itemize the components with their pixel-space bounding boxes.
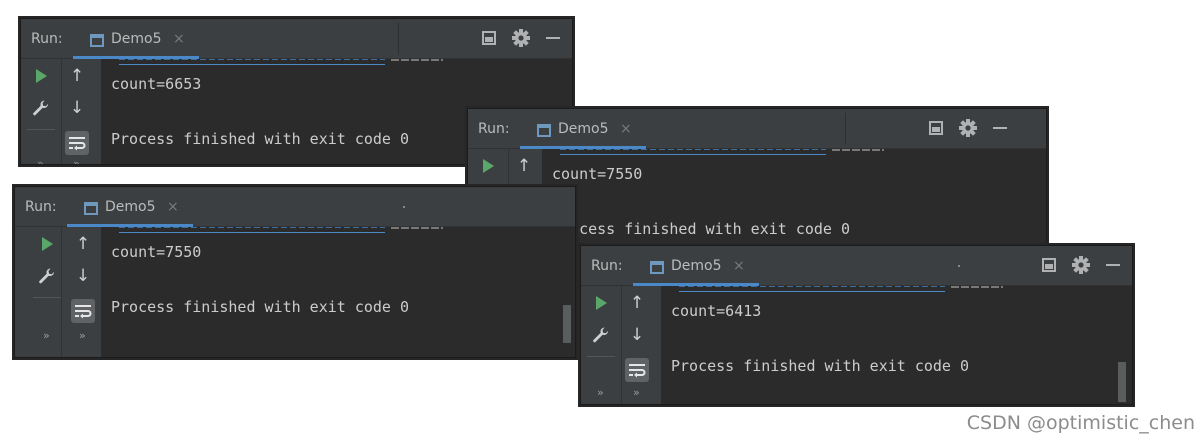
run-side-toolstrip: ↑ ↓ » » [581, 286, 661, 404]
play-icon[interactable] [29, 64, 53, 88]
console-window-icon [650, 261, 664, 274]
toolstrip-divider [61, 227, 62, 357]
arrow-down-icon[interactable]: ↓ [625, 323, 649, 347]
clipped-command-tail [391, 227, 443, 229]
arrow-down-icon[interactable]: ↓ [71, 264, 95, 288]
play-icon[interactable] [476, 154, 500, 178]
clipped-command-tail [391, 59, 443, 61]
run-toolbar: Run: Demo5 × [581, 246, 1132, 286]
run-panel-c: Run: Demo5 × ↑ ↓ » » count=7550 Process … [14, 186, 576, 358]
more-icon[interactable]: » [43, 329, 50, 342]
tab-label: Demo5 [671, 258, 722, 274]
exit-line: Process finished with exit code 0 [671, 357, 970, 375]
count-line: count=6653 [111, 75, 202, 93]
tab-label: Demo5 [111, 31, 162, 47]
gear-icon[interactable] [1071, 255, 1091, 275]
minimize-icon[interactable] [1103, 255, 1123, 275]
wrench-icon[interactable] [35, 264, 59, 288]
restore-icon[interactable] [926, 118, 946, 138]
play-icon[interactable] [589, 291, 613, 315]
arrow-up-icon[interactable]: ↑ [512, 154, 536, 178]
run-toolbar: Run: Demo5 × [15, 187, 575, 227]
arrow-down-icon[interactable]: ↓ [65, 96, 89, 120]
tab-demo5[interactable]: Demo5 × [73, 23, 199, 59]
toolbar-divider [958, 265, 960, 267]
count-line: count=7550 [552, 165, 643, 183]
more-icon[interactable]: » [79, 329, 86, 342]
clipped-command-tail [832, 149, 884, 151]
soft-wrap-icon[interactable] [71, 299, 95, 323]
run-toolbar: Run: Demo5 × [21, 19, 572, 59]
more-icon[interactable]: » [37, 157, 44, 164]
console-output: count=6413 Process finished with exit co… [661, 286, 1132, 404]
run-label: Run: [478, 121, 510, 137]
exit-line: Process finished with exit code 0 [111, 130, 410, 148]
soft-wrap-icon[interactable] [625, 358, 649, 382]
clipped-command-line [679, 286, 945, 292]
console-scrollbar[interactable] [563, 305, 571, 343]
exit-line: Process finished with exit code 0 [552, 220, 851, 238]
run-label: Run: [31, 31, 63, 47]
count-line: count=6413 [671, 302, 762, 320]
run-toolbar: Run: Demo5 × [468, 109, 1046, 149]
close-icon[interactable]: × [733, 258, 745, 274]
minimize-icon[interactable] [543, 28, 563, 48]
more-icon[interactable]: » [597, 386, 604, 399]
console-scrollbar[interactable] [1118, 362, 1126, 402]
more-icon[interactable]: » [633, 386, 640, 399]
wrench-icon[interactable] [589, 323, 613, 347]
clipped-command-tail [951, 286, 1003, 288]
restore-icon[interactable] [1039, 255, 1059, 275]
toolbar-divider [398, 23, 399, 55]
gear-icon[interactable] [958, 118, 978, 138]
play-icon[interactable] [35, 232, 59, 256]
tab-demo5[interactable]: Demo5 × [633, 250, 759, 286]
close-icon[interactable]: × [173, 31, 185, 47]
more-icon[interactable]: » [73, 157, 80, 164]
run-side-toolstrip: ↑ ↓ » » [21, 59, 101, 164]
toolstrip-separator [27, 129, 55, 130]
watermark: CSDN @optimistic_chen [966, 412, 1195, 434]
soft-wrap-icon[interactable] [65, 131, 89, 155]
tab-demo5[interactable]: Demo5 × [67, 191, 193, 227]
minimize-icon[interactable] [990, 118, 1010, 138]
tab-label: Demo5 [558, 121, 609, 137]
count-line: count=7550 [111, 243, 202, 261]
toolstrip-separator [587, 356, 615, 357]
toolstrip-divider [61, 59, 62, 164]
restore-icon[interactable] [479, 28, 499, 48]
close-icon[interactable]: × [167, 199, 179, 215]
console-window-icon [84, 202, 98, 215]
toolbar-divider [403, 206, 405, 208]
toolstrip-separator [33, 297, 61, 298]
clipped-command-line [119, 227, 385, 233]
console-output: count=7550 Process finished with exit co… [101, 227, 575, 357]
clipped-command-line [119, 59, 385, 65]
tab-demo5[interactable]: Demo5 × [520, 113, 646, 149]
tab-label: Demo5 [105, 199, 156, 215]
run-side-toolstrip: ↑ ↓ » » [15, 227, 101, 357]
close-icon[interactable]: × [620, 121, 632, 137]
wrench-icon[interactable] [29, 96, 53, 120]
arrow-up-icon[interactable]: ↑ [65, 64, 89, 88]
arrow-up-icon[interactable]: ↑ [71, 232, 95, 256]
gear-icon[interactable] [511, 28, 531, 48]
run-label: Run: [25, 199, 57, 215]
toolstrip-divider [621, 286, 622, 404]
run-label: Run: [591, 258, 623, 274]
run-panel-d: Run: Demo5 × ↑ ↓ » » count=6413 Process … [580, 245, 1133, 405]
clipped-command-line [560, 149, 826, 155]
arrow-up-icon[interactable]: ↑ [625, 291, 649, 315]
console-window-icon [537, 124, 551, 137]
toolbar-divider [845, 113, 846, 145]
console-window-icon [90, 34, 104, 47]
exit-line: Process finished with exit code 0 [111, 298, 410, 316]
